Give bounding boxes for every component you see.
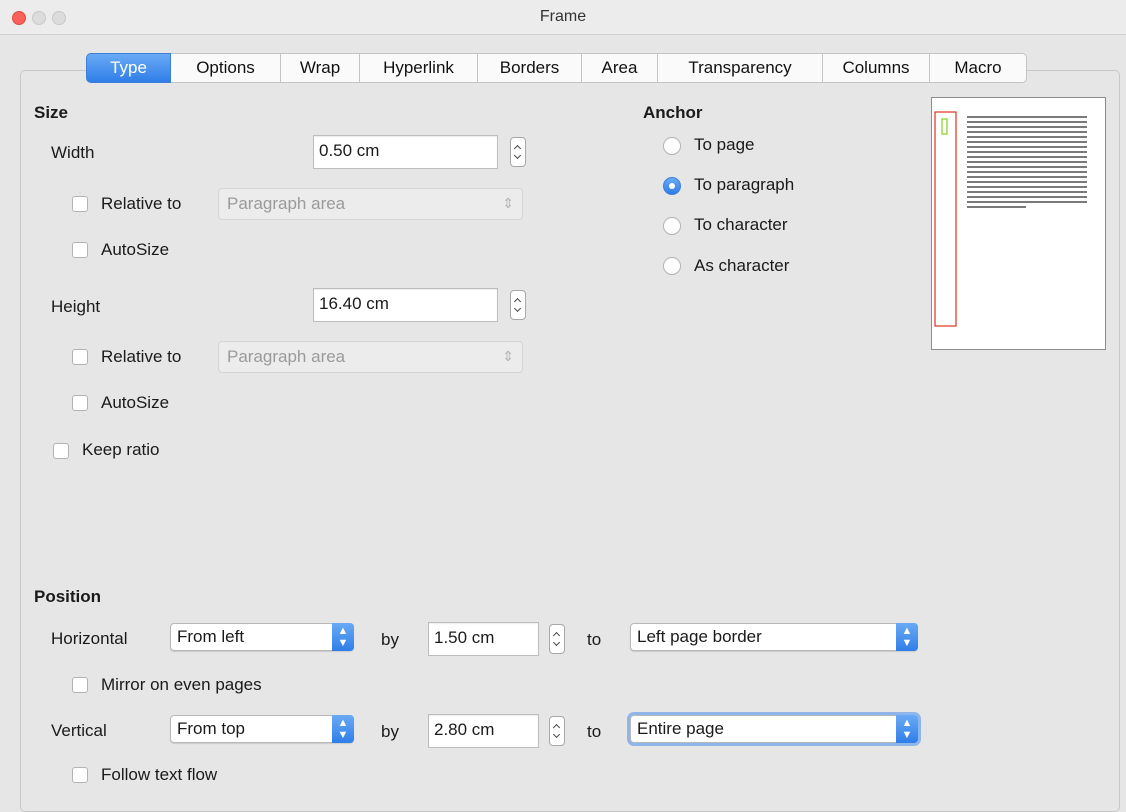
height-relative-label: Relative to: [101, 347, 182, 366]
vertical-to-value: Entire page: [637, 719, 724, 738]
frame-outline: [934, 111, 957, 327]
height-autosize-label: AutoSize: [101, 393, 170, 412]
chevron-updown-icon: ⇕: [502, 195, 514, 211]
height-relative-checkbox[interactable]: [72, 349, 88, 365]
anchor-to-character-label: To character: [694, 215, 788, 234]
height-spinner[interactable]: [510, 290, 526, 320]
horizontal-value: From left: [177, 627, 245, 646]
anchor-marker: [941, 118, 948, 135]
vertical-label: Vertical: [51, 721, 107, 740]
chevron-updown-icon: ▲ ▼: [332, 715, 354, 743]
horizontal-by-field[interactable]: 1.50 cm: [428, 622, 539, 656]
width-relative-checkbox[interactable]: [72, 196, 88, 212]
tab-macro[interactable]: Macro: [930, 53, 1027, 83]
tab-bar: Type Options Wrap Hyperlink Borders Area…: [86, 53, 1027, 85]
horizontal-label: Horizontal: [51, 629, 128, 648]
vertical-by-spinner[interactable]: [549, 716, 565, 746]
height-field[interactable]: 16.40 cm: [313, 288, 498, 322]
vertical-by-label: by: [381, 722, 399, 741]
chevron-updown-icon: ▲ ▼: [332, 623, 354, 651]
size-heading: Size: [34, 103, 69, 122]
tab-hyperlink[interactable]: Hyperlink: [360, 53, 478, 83]
height-relative-value: Paragraph area: [227, 347, 346, 366]
text-lines: [967, 116, 1087, 208]
keep-ratio-checkbox[interactable]: [53, 443, 69, 459]
window-title: Frame: [539, 8, 587, 25]
anchor-to-page-label: To page: [694, 135, 755, 154]
tab-wrap[interactable]: Wrap: [281, 53, 360, 83]
frame-preview: [931, 97, 1106, 350]
tab-columns[interactable]: Columns: [823, 53, 930, 83]
width-autosize-label: AutoSize: [101, 240, 170, 259]
title-bar: Frame: [0, 0, 1126, 35]
anchor-as-character-label: As character: [694, 256, 790, 275]
width-relative-label: Relative to: [101, 194, 182, 213]
follow-text-flow-label: Follow text flow: [101, 765, 218, 784]
follow-text-flow-checkbox[interactable]: [72, 767, 88, 783]
anchor-heading: Anchor: [643, 103, 703, 122]
anchor-to-paragraph-radio[interactable]: [663, 177, 681, 195]
mirror-checkbox[interactable]: [72, 677, 88, 693]
height-label: Height: [51, 297, 101, 316]
width-field[interactable]: 0.50 cm: [313, 135, 498, 169]
horizontal-to-value: Left page border: [637, 627, 762, 646]
vertical-to-select[interactable]: Entire page ▲ ▼: [630, 715, 918, 743]
chevron-updown-icon: ▲ ▼: [896, 623, 918, 651]
page-preview-graphic: [934, 111, 1087, 327]
mirror-label: Mirror on even pages: [101, 675, 262, 694]
horizontal-by-spinner[interactable]: [549, 624, 565, 654]
width-relative-value: Paragraph area: [227, 194, 346, 213]
horizontal-to-label: to: [587, 630, 602, 649]
height-relative-select[interactable]: Paragraph area ⇕: [218, 341, 523, 373]
anchor-to-page-radio[interactable]: [663, 137, 681, 155]
width-relative-select[interactable]: Paragraph area ⇕: [218, 188, 523, 220]
tab-type[interactable]: Type: [86, 53, 171, 83]
tab-options[interactable]: Options: [171, 53, 281, 83]
chevron-updown-icon: ⇕: [502, 348, 514, 364]
keep-ratio-label: Keep ratio: [82, 440, 160, 459]
vertical-by-field[interactable]: 2.80 cm: [428, 714, 539, 748]
anchor-to-paragraph-label: To paragraph: [694, 175, 795, 194]
vertical-select[interactable]: From top ▲ ▼: [170, 715, 354, 743]
anchor-as-character-radio[interactable]: [663, 257, 681, 275]
chevron-updown-icon: ▲ ▼: [896, 715, 918, 743]
horizontal-select[interactable]: From left ▲ ▼: [170, 623, 354, 651]
tab-area[interactable]: Area: [582, 53, 658, 83]
horizontal-by-label: by: [381, 630, 399, 649]
tab-transparency[interactable]: Transparency: [658, 53, 823, 83]
height-autosize-checkbox[interactable]: [72, 395, 88, 411]
anchor-to-character-radio[interactable]: [663, 217, 681, 235]
tab-borders[interactable]: Borders: [478, 53, 582, 83]
width-spinner[interactable]: [510, 137, 526, 167]
vertical-value: From top: [177, 719, 246, 738]
horizontal-to-select[interactable]: Left page border ▲ ▼: [630, 623, 918, 651]
width-autosize-checkbox[interactable]: [72, 242, 88, 258]
vertical-to-label: to: [587, 722, 602, 741]
width-label: Width: [51, 143, 95, 162]
position-heading: Position: [34, 587, 102, 606]
